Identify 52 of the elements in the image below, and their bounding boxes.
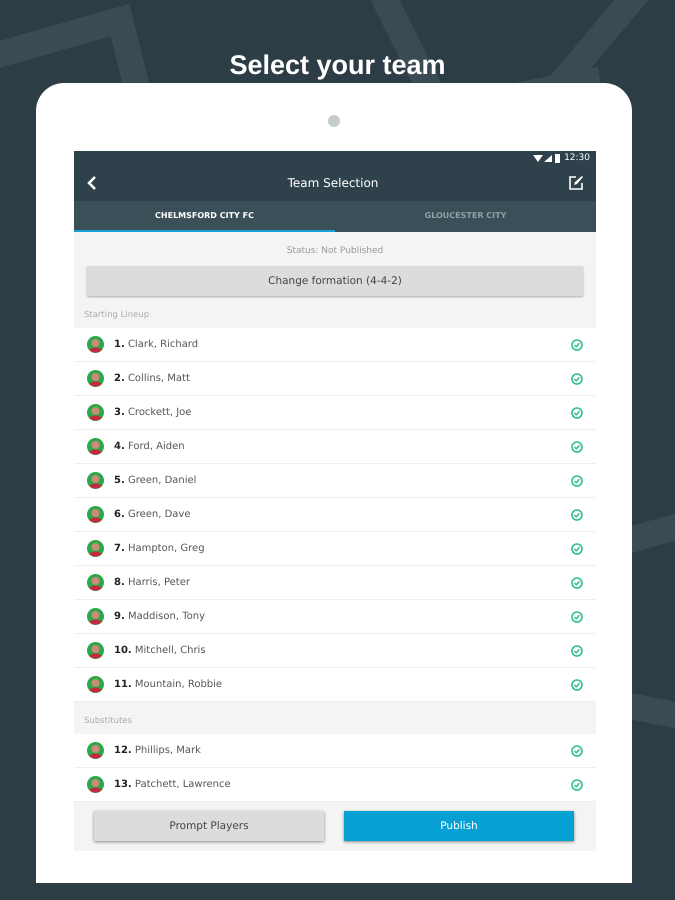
edit-icon[interactable] — [568, 175, 584, 191]
player-row[interactable]: 6. Green, Dave — [74, 498, 596, 532]
player-name: 1. Clark, Richard — [114, 339, 200, 350]
prompt-button[interactable]: Prompt Players — [94, 811, 324, 841]
screen-title: Team Selection — [288, 176, 378, 190]
player-name: 11. Mountain, Robbie — [114, 679, 224, 690]
player-name: 8. Harris, Peter — [114, 577, 191, 588]
player-name: 13. Patchett, Lawrence — [114, 779, 232, 790]
section-header: Substitutes — [83, 715, 134, 728]
player-row[interactable]: 9. Maddison, Tony — [74, 600, 596, 634]
avatar-icon — [87, 438, 104, 455]
avatar-icon — [87, 642, 104, 659]
avatar-icon — [87, 574, 104, 591]
player-name: 12. Phillips, Mark — [114, 745, 202, 756]
camera-dot — [328, 115, 340, 127]
player-row[interactable]: 10. Mitchell, Chris — [74, 634, 596, 668]
team-tab[interactable]: CHELMSFORD CITY FC — [74, 201, 335, 232]
player-name: 5. Green, Daniel — [114, 475, 198, 486]
avatar-icon — [87, 540, 104, 557]
avatar-icon — [87, 506, 104, 523]
change-formation-button[interactable]: Change formation (4-4-2) — [87, 266, 583, 296]
avatar-icon — [87, 776, 104, 793]
player-name: 9. Maddison, Tony — [114, 611, 206, 622]
avatar-icon — [87, 336, 104, 353]
player-row[interactable]: 8. Harris, Peter — [74, 566, 596, 600]
player-name: 10. Mitchell, Chris — [114, 645, 207, 656]
back-icon[interactable] — [86, 175, 98, 191]
player-name: 6. Green, Dave — [114, 509, 192, 520]
headline: Select your team — [228, 49, 447, 82]
avatar-icon — [87, 370, 104, 387]
player-row[interactable]: 3. Crockett, Joe — [74, 396, 596, 430]
publish-status: Status: Not Published — [286, 245, 384, 258]
player-row[interactable]: 12. Phillips, Mark — [74, 734, 596, 768]
player-row[interactable]: 1. Clark, Richard — [74, 328, 596, 362]
avatar-icon — [87, 472, 104, 489]
player-row[interactable]: 11. Mountain, Robbie — [74, 668, 596, 702]
avatar-icon — [87, 404, 104, 421]
player-name: 7. Hampton, Greg — [114, 543, 206, 554]
avatar-icon — [87, 608, 104, 625]
clock: 12:30 — [564, 153, 590, 163]
player-name: 2. Collins, Matt — [114, 373, 191, 384]
player-name: 4. Ford, Aiden — [114, 441, 186, 452]
player-row[interactable]: 13. Patchett, Lawrence — [74, 768, 596, 802]
player-row[interactable]: 7. Hampton, Greg — [74, 532, 596, 566]
player-row[interactable]: 5. Green, Daniel — [74, 464, 596, 498]
avatar-icon — [87, 676, 104, 693]
player-row[interactable]: 2. Collins, Matt — [74, 362, 596, 396]
signal-battery-icon — [533, 154, 562, 162]
avatar-icon — [87, 742, 104, 759]
section-header: Starting Lineup — [83, 309, 150, 322]
player-name: 3. Crockett, Joe — [114, 407, 192, 418]
player-row[interactable]: 4. Ford, Aiden — [74, 430, 596, 464]
